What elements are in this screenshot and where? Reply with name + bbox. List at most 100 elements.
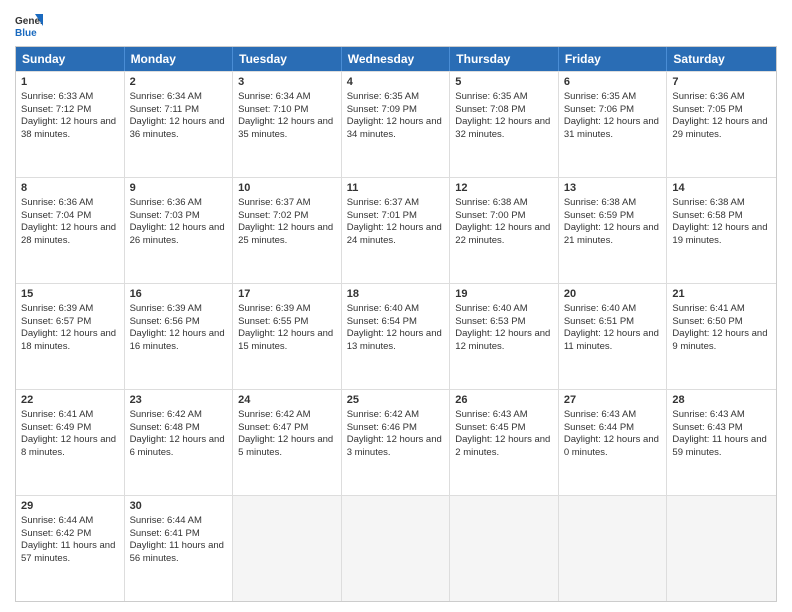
daylight-text: Daylight: 11 hours and 57 minutes. (21, 540, 115, 564)
daylight-text: Daylight: 12 hours and 16 minutes. (130, 328, 225, 352)
sunset-text: Sunset: 6:51 PM (564, 316, 634, 327)
day-number: 18 (347, 287, 445, 302)
sunrise-text: Sunrise: 6:43 AM (455, 409, 527, 420)
sunset-text: Sunset: 6:58 PM (672, 210, 742, 221)
sunrise-text: Sunrise: 6:40 AM (564, 303, 636, 314)
sunrise-text: Sunrise: 6:42 AM (238, 409, 310, 420)
cal-cell: 14Sunrise: 6:38 AMSunset: 6:58 PMDayligh… (667, 178, 776, 283)
sunrise-text: Sunrise: 6:36 AM (672, 91, 744, 102)
daylight-text: Daylight: 12 hours and 22 minutes. (455, 222, 550, 246)
sunset-text: Sunset: 6:55 PM (238, 316, 308, 327)
daylight-text: Daylight: 11 hours and 59 minutes. (672, 434, 766, 458)
sunrise-text: Sunrise: 6:42 AM (347, 409, 419, 420)
daylight-text: Daylight: 12 hours and 0 minutes. (564, 434, 659, 458)
daylight-text: Daylight: 12 hours and 35 minutes. (238, 116, 333, 140)
sunrise-text: Sunrise: 6:40 AM (347, 303, 419, 314)
cal-cell (667, 496, 776, 601)
cal-cell: 20Sunrise: 6:40 AMSunset: 6:51 PMDayligh… (559, 284, 668, 389)
cal-cell: 27Sunrise: 6:43 AMSunset: 6:44 PMDayligh… (559, 390, 668, 495)
day-number: 26 (455, 393, 553, 408)
daylight-text: Daylight: 12 hours and 12 minutes. (455, 328, 550, 352)
sunrise-text: Sunrise: 6:40 AM (455, 303, 527, 314)
sunset-text: Sunset: 7:03 PM (130, 210, 200, 221)
sunset-text: Sunset: 6:44 PM (564, 422, 634, 433)
cal-cell: 17Sunrise: 6:39 AM Sunset: 6:55 PMDayligh… (233, 284, 342, 389)
cal-cell: 2Sunrise: 6:34 AMSunset: 7:11 PMDaylight… (125, 72, 234, 177)
cal-cell: 12Sunrise: 6:38 AMSunset: 7:00 PMDayligh… (450, 178, 559, 283)
daylight-text: Daylight: 12 hours and 5 minutes. (238, 434, 333, 458)
header-thursday: Thursday (450, 47, 559, 71)
day-number: 13 (564, 181, 662, 196)
cal-cell: 11Sunrise: 6:37 AMSunset: 7:01 PMDayligh… (342, 178, 451, 283)
day-number: 22 (21, 393, 119, 408)
header-tuesday: Tuesday (233, 47, 342, 71)
logo-icon: General Blue (15, 10, 43, 38)
daylight-text: Daylight: 12 hours and 9 minutes. (672, 328, 767, 352)
daylight-text: Daylight: 12 hours and 3 minutes. (347, 434, 442, 458)
day-number: 24 (238, 393, 336, 408)
daylight-text: Daylight: 12 hours and 28 minutes. (21, 222, 116, 246)
day-number: 21 (672, 287, 771, 302)
daylight-text: Daylight: 12 hours and 11 minutes. (564, 328, 659, 352)
header: General Blue (15, 10, 777, 38)
day-number: 25 (347, 393, 445, 408)
day-number: 17 (238, 287, 336, 302)
daylight-text: Daylight: 11 hours and 56 minutes. (130, 540, 224, 564)
daylight-text: Daylight: 12 hours and 6 minutes. (130, 434, 225, 458)
cal-cell: 23Sunrise: 6:42 AMSunset: 6:48 PMDayligh… (125, 390, 234, 495)
day-number: 1 (21, 75, 119, 90)
cal-cell: 5Sunrise: 6:35 AMSunset: 7:08 PMDaylight… (450, 72, 559, 177)
sunset-text: Sunset: 6:41 PM (130, 528, 200, 539)
cal-cell: 1Sunrise: 6:33 AMSunset: 7:12 PMDaylight… (16, 72, 125, 177)
week-row-2: 8Sunrise: 6:36 AMSunset: 7:04 PMDaylight… (16, 177, 776, 283)
cal-cell: 19Sunrise: 6:40 AM Sunset: 6:53 PMDayligh… (450, 284, 559, 389)
logo: General Blue (15, 10, 47, 38)
header-wednesday: Wednesday (342, 47, 451, 71)
sunrise-text: Sunrise: 6:38 AM (564, 197, 636, 208)
sunrise-text: Sunrise: 6:36 AM (130, 197, 202, 208)
day-number: 10 (238, 181, 336, 196)
day-number: 16 (130, 287, 228, 302)
sunset-text: Sunset: 7:06 PM (564, 104, 634, 115)
sunset-text: Sunset: 7:11 PM (130, 104, 200, 115)
sunset-text: Sunset: 7:08 PM (455, 104, 525, 115)
sunrise-text: Sunrise: 6:39 AM (238, 303, 310, 314)
daylight-text: Daylight: 12 hours and 29 minutes. (672, 116, 767, 140)
day-number: 14 (672, 181, 771, 196)
sunset-text: Sunset: 6:56 PM (130, 316, 200, 327)
daylight-text: Daylight: 12 hours and 25 minutes. (238, 222, 333, 246)
week-row-3: 15Sunrise: 6:39 AMSunset: 6:57 PMDayligh… (16, 283, 776, 389)
cal-cell: 4Sunrise: 6:35 AMSunset: 7:09 PMDaylight… (342, 72, 451, 177)
sunrise-text: Sunrise: 6:36 AM (21, 197, 93, 208)
sunrise-text: Sunrise: 6:35 AM (455, 91, 527, 102)
sunrise-text: Sunrise: 6:44 AM (130, 515, 202, 526)
sunset-text: Sunset: 7:05 PM (672, 104, 742, 115)
day-number: 19 (455, 287, 553, 302)
daylight-text: Daylight: 12 hours and 15 minutes. (238, 328, 333, 352)
cal-cell: 13Sunrise: 6:38 AMSunset: 6:59 PMDayligh… (559, 178, 668, 283)
sunrise-text: Sunrise: 6:38 AM (455, 197, 527, 208)
daylight-text: Daylight: 12 hours and 21 minutes. (564, 222, 659, 246)
calendar: Sunday Monday Tuesday Wednesday Thursday… (15, 46, 777, 602)
sunset-text: Sunset: 6:45 PM (455, 422, 525, 433)
week-row-5: 29Sunrise: 6:44 AMSunset: 6:42 PMDayligh… (16, 495, 776, 601)
day-number: 15 (21, 287, 119, 302)
day-number: 8 (21, 181, 119, 196)
sunset-text: Sunset: 6:54 PM (347, 316, 417, 327)
header-monday: Monday (125, 47, 234, 71)
calendar-header: Sunday Monday Tuesday Wednesday Thursday… (16, 47, 776, 71)
cal-cell: 3Sunrise: 6:34 AMSunset: 7:10 PMDaylight… (233, 72, 342, 177)
cal-cell: 29Sunrise: 6:44 AMSunset: 6:42 PMDayligh… (16, 496, 125, 601)
day-number: 12 (455, 181, 553, 196)
daylight-text: Daylight: 12 hours and 2 minutes. (455, 434, 550, 458)
cal-cell: 28Sunrise: 6:43 AMSunset: 6:43 PMDayligh… (667, 390, 776, 495)
daylight-text: Daylight: 12 hours and 24 minutes. (347, 222, 442, 246)
sunset-text: Sunset: 6:53 PM (455, 316, 525, 327)
sunrise-text: Sunrise: 6:37 AM (347, 197, 419, 208)
sunrise-text: Sunrise: 6:44 AM (21, 515, 93, 526)
sunset-text: Sunset: 7:02 PM (238, 210, 308, 221)
sunset-text: Sunset: 6:50 PM (672, 316, 742, 327)
sunrise-text: Sunrise: 6:39 AM (130, 303, 202, 314)
day-number: 9 (130, 181, 228, 196)
sunset-text: Sunset: 7:01 PM (347, 210, 417, 221)
